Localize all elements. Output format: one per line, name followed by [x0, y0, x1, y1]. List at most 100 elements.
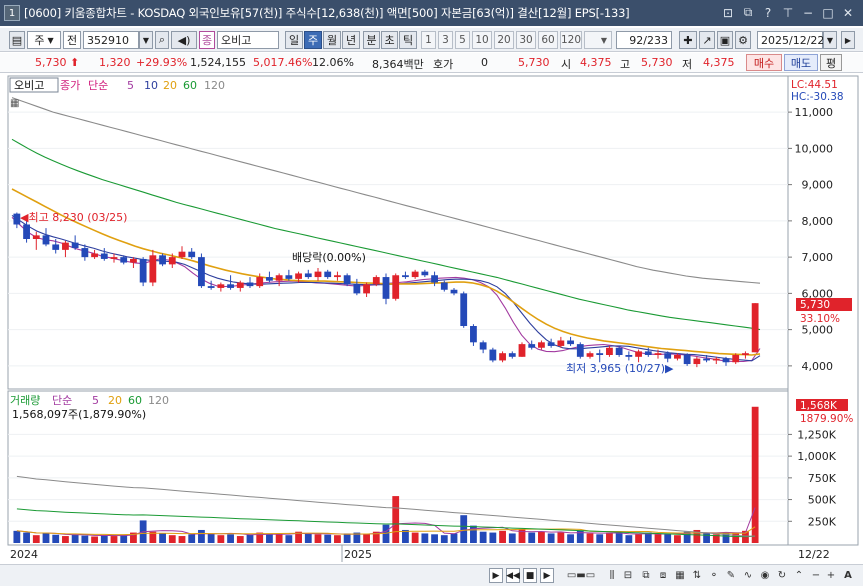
interval-30-button[interactable]: 30 [516, 31, 536, 49]
interval-120-button[interactable]: 120 [560, 31, 582, 49]
scroll-right-icon[interactable]: ▶ [489, 568, 503, 583]
interval-5-button[interactable]: 5 [455, 31, 470, 49]
chevron-right-icon[interactable]: ▶ [841, 31, 855, 49]
grid-icon[interactable]: ▦ [672, 568, 688, 583]
sell-button[interactable]: 매도 [784, 54, 818, 71]
zoom-out-icon[interactable]: − [808, 568, 824, 583]
interval-custom-select[interactable]: ▼ [584, 31, 612, 49]
candle-body [576, 344, 584, 357]
volume-bar [304, 533, 312, 543]
volume-bar [635, 534, 642, 543]
candle-body [547, 342, 555, 346]
data-table-icon[interactable]: ▦ [10, 98, 19, 109]
help-icon[interactable]: ? [759, 4, 777, 21]
candle-body [489, 349, 497, 361]
last-price-value: 5,730 [800, 299, 830, 311]
interval-60-button[interactable]: 60 [538, 31, 558, 49]
volume-bar [266, 533, 273, 543]
candle-body [178, 251, 186, 258]
candle-body [567, 340, 574, 345]
candle-body [596, 353, 604, 355]
wave-icon[interactable]: ∿ [740, 568, 756, 583]
stock-code-input[interactable]: 352910 [83, 31, 139, 49]
chart-type-icon[interactable]: ⊟ [620, 568, 636, 583]
volume-bar [538, 531, 545, 543]
legend-ma-type: 단순 [88, 79, 108, 92]
period-month-button[interactable]: 월 [323, 31, 341, 49]
market-select[interactable]: 주 ▼ [27, 31, 61, 49]
rewind-icon[interactable]: ◀◀ [506, 568, 520, 583]
candle-body [693, 358, 701, 365]
period-day-button[interactable]: 일 [285, 31, 303, 49]
link-icon[interactable]: ⊡ [719, 4, 737, 21]
interval-3-button[interactable]: 3 [438, 31, 453, 49]
pin-icon[interactable]: ⊤ [779, 4, 797, 21]
list-icon[interactable]: ▤ [9, 31, 25, 49]
volume-bar [421, 533, 429, 543]
price-tick-label: 10,000 [795, 142, 834, 155]
candle-body [62, 242, 69, 250]
calendar-icon[interactable]: ▼ [823, 31, 837, 49]
stop-icon[interactable]: ■ [523, 568, 537, 583]
collapse-icon[interactable]: ⌃ [791, 568, 807, 583]
interval-1-button[interactable]: 1 [421, 31, 436, 49]
interval-20-button[interactable]: 20 [494, 31, 514, 49]
save-icon[interactable]: ▣ [717, 31, 733, 49]
volume-legend-ma5: 5 [92, 394, 99, 407]
play-icon[interactable]: ▶ [540, 568, 554, 583]
copy-icon[interactable]: ⧉ [638, 568, 654, 583]
interval-10-button[interactable]: 10 [472, 31, 492, 49]
font-size-icon[interactable]: A [840, 568, 856, 583]
refresh-icon[interactable]: ↻ [774, 568, 790, 583]
page-count-field[interactable]: 92/233 [616, 31, 672, 49]
duplicate-window-icon[interactable]: ⧉ [739, 4, 757, 21]
stock-chart[interactable]: 4,0005,0006,0007,0008,0009,00010,00011,0… [0, 74, 863, 564]
volume-bar [440, 535, 448, 543]
maximize-icon[interactable]: □ [819, 4, 837, 21]
hoga-price: 5,730 [518, 56, 550, 69]
zoom-in-icon[interactable]: + [823, 568, 839, 583]
date-field[interactable]: 2025/12/22 [757, 31, 824, 49]
volume-tick-label: 1,000K [797, 450, 836, 463]
volume-bar [392, 496, 400, 543]
camera-icon[interactable]: ◉ [757, 568, 773, 583]
search-icon[interactable]: ⌕ [155, 31, 169, 49]
flat-button[interactable]: 평 [820, 54, 842, 71]
volume-last-percent: 1879.90% [800, 413, 853, 425]
current-price: 5,730 [35, 56, 67, 69]
crosshair-icon[interactable]: ✚ [679, 31, 697, 49]
settings-icon[interactable]: ⚙ [735, 31, 751, 49]
close-icon[interactable]: ✕ [839, 4, 857, 21]
zoom-slider[interactable]: ▭▬▭ [561, 568, 601, 583]
period-tick-button[interactable]: 틱 [399, 31, 417, 49]
volume-bar [674, 535, 681, 543]
candle-body [42, 235, 50, 245]
volume-bar [314, 534, 322, 543]
minimize-icon[interactable]: − [799, 4, 817, 21]
volume-bar [168, 535, 176, 543]
hc-label: HC:-30.38 [791, 91, 844, 103]
period-week-button[interactable]: 주 [304, 31, 322, 49]
volume-bar [499, 530, 506, 543]
chevron-down-icon: ▼ [47, 35, 54, 45]
price-tick-label: 7,000 [802, 251, 834, 264]
indicator-icon[interactable]: ⚬ [706, 568, 722, 583]
layers-icon[interactable]: ⧈ [655, 568, 671, 583]
candle-body [236, 282, 244, 288]
market-type-button[interactable]: 전 [63, 31, 81, 49]
volume-legend-ma-type: 단순 [52, 394, 72, 407]
price-panel[interactable] [7, 75, 789, 390]
candle-body [198, 257, 205, 287]
trend-icon[interactable]: ↗ [699, 31, 715, 49]
speaker-icon[interactable]: ◀) [171, 31, 197, 49]
code-dropdown-icon[interactable]: ▼ [139, 31, 153, 49]
period-minute-button[interactable]: 분 [363, 31, 380, 49]
candle-body [110, 257, 118, 259]
period-second-button[interactable]: 초 [381, 31, 398, 49]
bar-chart-icon[interactable]: ⫼ [604, 568, 620, 583]
compare-icon[interactable]: ⇅ [689, 568, 705, 583]
buy-button[interactable]: 매수 [746, 54, 782, 71]
drawing-icon[interactable]: ✎ [723, 568, 739, 583]
volume-tick-label: 250K [808, 515, 837, 528]
period-year-button[interactable]: 년 [342, 31, 360, 49]
